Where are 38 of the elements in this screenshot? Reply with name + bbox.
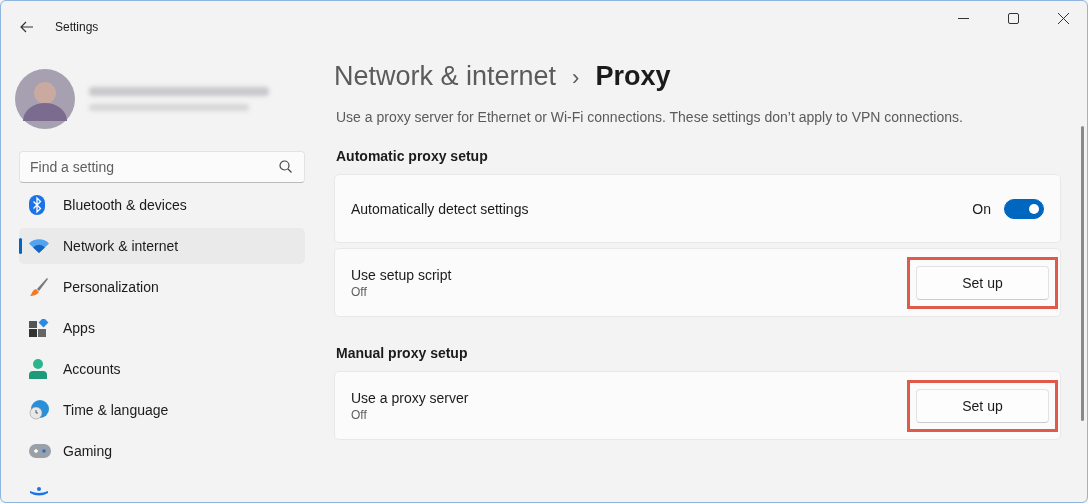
setup-button[interactable]: Set up (916, 265, 1049, 300)
toggle-switch[interactable] (1004, 198, 1044, 219)
sidebar-item[interactable]: Personalization (19, 269, 305, 305)
bluetooth-icon (29, 195, 45, 215)
description: Use a proxy server for Ethernet or Wi-Fi connections. These settings don’t apply to VPN connections. (336, 109, 964, 125)
setting-title: Automatically detect settings (351, 200, 530, 217)
globe-clock-icon (29, 400, 49, 420)
apps-icon (29, 319, 49, 337)
breadcrumb-link[interactable]: Network & internet (334, 61, 557, 92)
sidebar-item[interactable]: Accounts (19, 351, 305, 387)
search-field[interactable]: Find a setting (19, 151, 305, 183)
back-icon[interactable] (20, 21, 34, 33)
toggle-label: On (972, 200, 991, 217)
sidebar-item[interactable]: Apps (19, 310, 305, 346)
setup-button[interactable]: Set up (916, 388, 1049, 423)
sidebar-item[interactable]: Time & language (19, 392, 305, 428)
accessibility-icon (29, 487, 49, 497)
wifi-icon (29, 239, 49, 253)
sidebar-item[interactable]: Bluetooth & devices (19, 187, 305, 223)
maximize-icon[interactable] (1008, 13, 1019, 24)
setting-status: Off (351, 284, 368, 299)
scrollbar[interactable] (1081, 126, 1084, 421)
sidebar-item[interactable]: Gaming (19, 433, 305, 469)
sidebar-item[interactable]: Network & internet (19, 228, 305, 264)
setting-status: Off (351, 407, 368, 422)
person-icon (29, 359, 47, 379)
window-title: Settings (55, 20, 99, 34)
avatar (15, 69, 75, 129)
setting-title: Use a proxy server (351, 389, 470, 406)
close-icon[interactable] (1058, 13, 1069, 24)
section-heading: Automatic proxy setup (336, 148, 489, 164)
setting-title: Use setup script (351, 266, 453, 283)
gamepad-icon (29, 444, 51, 458)
search-icon[interactable] (279, 160, 292, 173)
page-title: Proxy (595, 61, 671, 92)
breadcrumb-separator: › (572, 65, 580, 91)
brush-icon (29, 277, 49, 297)
section-heading: Manual proxy setup (336, 345, 469, 361)
